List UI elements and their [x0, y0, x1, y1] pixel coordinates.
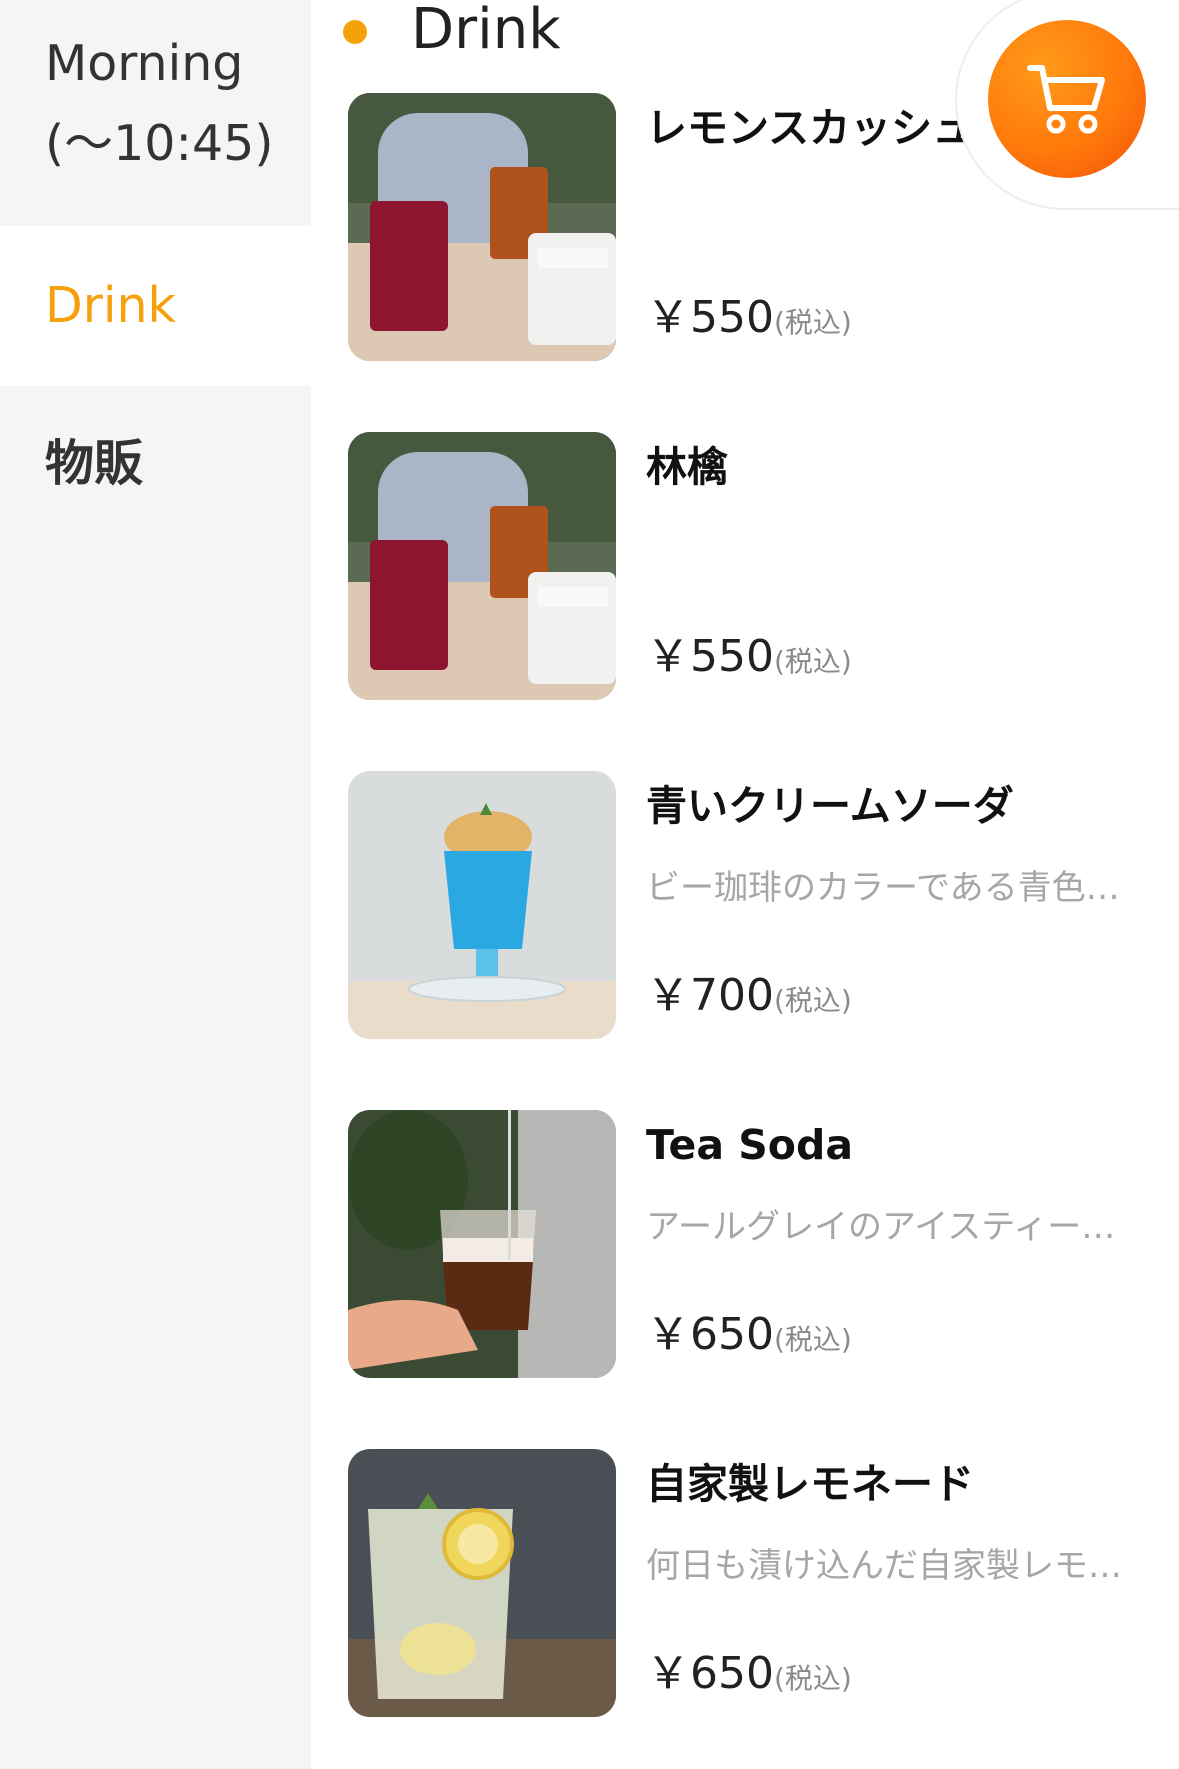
item-price: ￥550(税込)	[646, 288, 852, 348]
item-price: ￥650(税込)	[646, 1644, 852, 1704]
item-description: アールグレイのアイスティー…	[646, 1207, 1116, 1247]
category-morning-label: Morning	[45, 35, 244, 92]
cart-button[interactable]	[988, 20, 1146, 178]
item-name: Tea Soda	[646, 1121, 853, 1169]
item-photo[interactable]	[348, 432, 616, 700]
menu-item[interactable]: 青いクリームソーダ ビー珈琲のカラーである青色… ￥700(税込)	[311, 771, 1179, 1039]
category-goods[interactable]: 物販	[0, 386, 311, 536]
item-price-value: ￥700	[646, 970, 774, 1021]
item-photo[interactable]	[348, 1449, 616, 1717]
item-name: 林檎	[646, 443, 728, 491]
item-description: 何日も漬け込んだ自家製レモ…	[646, 1546, 1122, 1586]
menu-item[interactable]: 林檎 ￥550(税込)	[311, 432, 1179, 700]
category-drink-label: Drink	[45, 277, 176, 334]
item-tax-note: (税込)	[773, 1662, 852, 1695]
section-dot-icon	[343, 20, 367, 44]
category-sidebar: Morning (〜10:45) Drink 物販	[0, 0, 311, 1769]
item-price-value: ￥650	[646, 1309, 774, 1360]
item-price: ￥550(税込)	[646, 627, 852, 687]
item-name: 青いクリームソーダ	[646, 782, 1014, 830]
category-goods-label: 物販	[45, 435, 144, 492]
item-tax-note: (税込)	[773, 306, 852, 339]
category-morning[interactable]: Morning (〜10:45)	[0, 0, 311, 226]
menu-list: Drink レモンスカッシュ ￥550(税込) 林檎 ￥550(税込) 青いクリ…	[311, 0, 1179, 1769]
item-description: ビー珈琲のカラーである青色…	[646, 868, 1120, 908]
category-drink[interactable]: Drink	[0, 226, 311, 386]
item-tax-note: (税込)	[773, 1323, 852, 1356]
item-price: ￥650(税込)	[646, 1305, 852, 1365]
item-price-value: ￥550	[646, 292, 774, 343]
item-tax-note: (税込)	[773, 984, 852, 1017]
item-price-value: ￥550	[646, 631, 774, 682]
menu-item[interactable]: Tea Soda アールグレイのアイスティー… ￥650(税込)	[311, 1110, 1179, 1378]
item-photo[interactable]	[348, 1110, 616, 1378]
item-name: 自家製レモネード	[646, 1460, 974, 1508]
category-morning-hours: (〜10:45)	[45, 115, 274, 172]
item-price-value: ￥650	[646, 1648, 774, 1699]
menu-item[interactable]: 自家製レモネード 何日も漬け込んだ自家製レモ… ￥650(税込)	[311, 1449, 1179, 1717]
item-photo[interactable]	[348, 93, 616, 361]
item-price: ￥700(税込)	[646, 966, 852, 1026]
cart-icon	[1027, 65, 1105, 134]
item-photo[interactable]	[348, 771, 616, 1039]
item-tax-note: (税込)	[773, 645, 852, 678]
section-title: Drink	[411, 0, 561, 62]
